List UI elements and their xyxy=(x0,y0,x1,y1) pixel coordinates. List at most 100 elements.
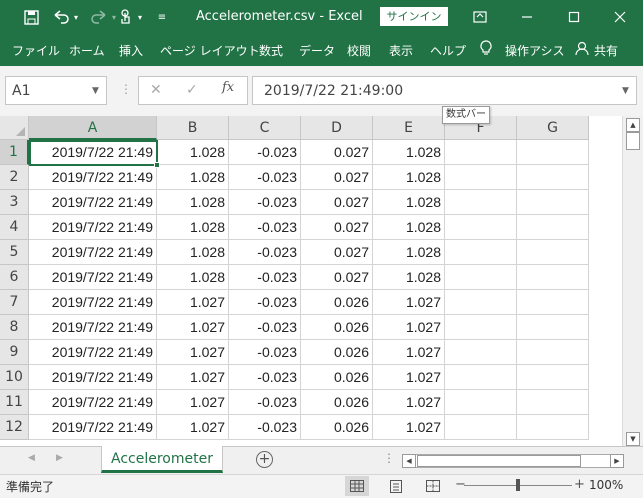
cell-a1[interactable]: 2019/7/22 21:49 xyxy=(29,140,157,165)
cell-d10[interactable]: 0.026 xyxy=(301,365,373,390)
row-header[interactable]: 6 xyxy=(0,265,29,290)
cell-e8[interactable]: 1.027 xyxy=(373,315,445,340)
cell-e4[interactable]: 1.028 xyxy=(373,215,445,240)
cell-e12[interactable]: 1.027 xyxy=(373,415,445,440)
cell-g1[interactable] xyxy=(517,140,589,165)
save-icon[interactable] xyxy=(22,8,40,26)
cell-e3[interactable]: 1.028 xyxy=(373,190,445,215)
formula-input[interactable]: 2019/7/22 21:49:00 xyxy=(252,76,637,105)
cell-b5[interactable]: 1.028 xyxy=(157,240,229,265)
cell-c6[interactable]: -0.023 xyxy=(229,265,301,290)
vertical-scroll-thumb[interactable] xyxy=(626,132,640,150)
cell-f4[interactable] xyxy=(445,215,517,240)
minimize-icon[interactable] xyxy=(513,6,541,28)
cell-b11[interactable]: 1.027 xyxy=(157,390,229,415)
redo-icon[interactable] xyxy=(88,8,110,26)
vertical-scrollbar[interactable]: ▲ ▼ xyxy=(622,116,643,446)
row-header[interactable]: 8 xyxy=(0,315,29,340)
horizontal-scroll-thumb[interactable] xyxy=(417,455,581,467)
cell-e11[interactable]: 1.027 xyxy=(373,390,445,415)
cell-e6[interactable]: 1.028 xyxy=(373,265,445,290)
cell-f3[interactable] xyxy=(445,190,517,215)
cell-c2[interactable]: -0.023 xyxy=(229,165,301,190)
row-header[interactable]: 2 xyxy=(0,165,29,190)
tab-insert[interactable]: 挿入 xyxy=(119,42,143,59)
cell-c1[interactable]: -0.023 xyxy=(229,140,301,165)
page-break-preview-icon[interactable] xyxy=(421,476,445,496)
cell-a6[interactable]: 2019/7/22 21:49 xyxy=(29,265,157,290)
tab-formulas[interactable]: 数式 xyxy=(259,42,283,59)
cell-d11[interactable]: 0.026 xyxy=(301,390,373,415)
scroll-left-icon[interactable]: ◀ xyxy=(402,454,416,468)
cell-b4[interactable]: 1.028 xyxy=(157,215,229,240)
cell-f12[interactable] xyxy=(445,415,517,440)
customize-qat-icon[interactable]: ≡ xyxy=(156,8,168,26)
lightbulb-icon[interactable] xyxy=(480,40,492,59)
scroll-up-icon[interactable]: ▲ xyxy=(626,118,640,132)
cell-d6[interactable]: 0.027 xyxy=(301,265,373,290)
cell-d9[interactable]: 0.026 xyxy=(301,340,373,365)
scroll-down-icon[interactable]: ▼ xyxy=(626,432,640,446)
cell-c7[interactable]: -0.023 xyxy=(229,290,301,315)
cell-d1[interactable]: 0.027 xyxy=(301,140,373,165)
cell-d12[interactable]: 0.026 xyxy=(301,415,373,440)
cell-b10[interactable]: 1.027 xyxy=(157,365,229,390)
enter-icon[interactable]: ✓ xyxy=(186,82,198,98)
cell-c12[interactable]: -0.023 xyxy=(229,415,301,440)
cell-a8[interactable]: 2019/7/22 21:49 xyxy=(29,315,157,340)
cell-f6[interactable] xyxy=(445,265,517,290)
share-button[interactable]: 共有 xyxy=(594,42,618,59)
column-header-d[interactable]: D xyxy=(301,116,373,140)
sheet-tab-accelerometer[interactable]: Accelerometer xyxy=(101,446,223,473)
cell-f2[interactable] xyxy=(445,165,517,190)
add-sheet-icon[interactable]: + xyxy=(256,451,273,468)
tab-split-handle-icon[interactable]: ⋮ xyxy=(383,451,395,465)
zoom-level[interactable]: 100% xyxy=(589,478,623,492)
row-header[interactable]: 9 xyxy=(0,340,29,365)
cell-g7[interactable] xyxy=(517,290,589,315)
tab-data[interactable]: データ xyxy=(299,42,335,59)
cell-b12[interactable]: 1.027 xyxy=(157,415,229,440)
close-icon[interactable] xyxy=(606,6,634,28)
cell-a3[interactable]: 2019/7/22 21:49 xyxy=(29,190,157,215)
cell-d7[interactable]: 0.026 xyxy=(301,290,373,315)
undo-dropdown-icon[interactable]: ▾ xyxy=(72,8,80,26)
cell-f8[interactable] xyxy=(445,315,517,340)
cell-f11[interactable] xyxy=(445,390,517,415)
tab-view[interactable]: 表示 xyxy=(389,42,413,59)
cell-a12[interactable]: 2019/7/22 21:49 xyxy=(29,415,157,440)
cell-c11[interactable]: -0.023 xyxy=(229,390,301,415)
cell-c3[interactable]: -0.023 xyxy=(229,190,301,215)
cancel-icon[interactable]: ✕ xyxy=(150,82,162,98)
cell-e5[interactable]: 1.028 xyxy=(373,240,445,265)
cell-g2[interactable] xyxy=(517,165,589,190)
insert-function-icon[interactable]: fx xyxy=(222,80,234,95)
cell-e2[interactable]: 1.028 xyxy=(373,165,445,190)
select-all-button[interactable] xyxy=(0,116,29,140)
cell-c4[interactable]: -0.023 xyxy=(229,215,301,240)
cell-b8[interactable]: 1.027 xyxy=(157,315,229,340)
expand-formula-bar-icon[interactable]: ▼ xyxy=(622,86,629,96)
column-header-c[interactable]: C xyxy=(229,116,301,140)
row-header[interactable]: 1 xyxy=(0,140,29,165)
touch-mode-icon[interactable] xyxy=(118,8,134,26)
row-header[interactable]: 10 xyxy=(0,365,29,390)
row-header[interactable]: 5 xyxy=(0,240,29,265)
cell-a5[interactable]: 2019/7/22 21:49 xyxy=(29,240,157,265)
cell-g10[interactable] xyxy=(517,365,589,390)
cell-d8[interactable]: 0.026 xyxy=(301,315,373,340)
cell-b7[interactable]: 1.027 xyxy=(157,290,229,315)
cell-e1[interactable]: 1.028 xyxy=(373,140,445,165)
cell-c5[interactable]: -0.023 xyxy=(229,240,301,265)
cell-g5[interactable] xyxy=(517,240,589,265)
redo-dropdown-icon[interactable]: ▾ xyxy=(110,8,118,26)
tab-home[interactable]: ホーム xyxy=(69,42,105,59)
cell-a4[interactable]: 2019/7/22 21:49 xyxy=(29,215,157,240)
cell-g4[interactable] xyxy=(517,215,589,240)
cell-d3[interactable]: 0.027 xyxy=(301,190,373,215)
row-header[interactable]: 12 xyxy=(0,415,29,440)
cell-b6[interactable]: 1.028 xyxy=(157,265,229,290)
cell-a11[interactable]: 2019/7/22 21:49 xyxy=(29,390,157,415)
undo-icon[interactable] xyxy=(50,8,72,26)
cell-a7[interactable]: 2019/7/22 21:49 xyxy=(29,290,157,315)
